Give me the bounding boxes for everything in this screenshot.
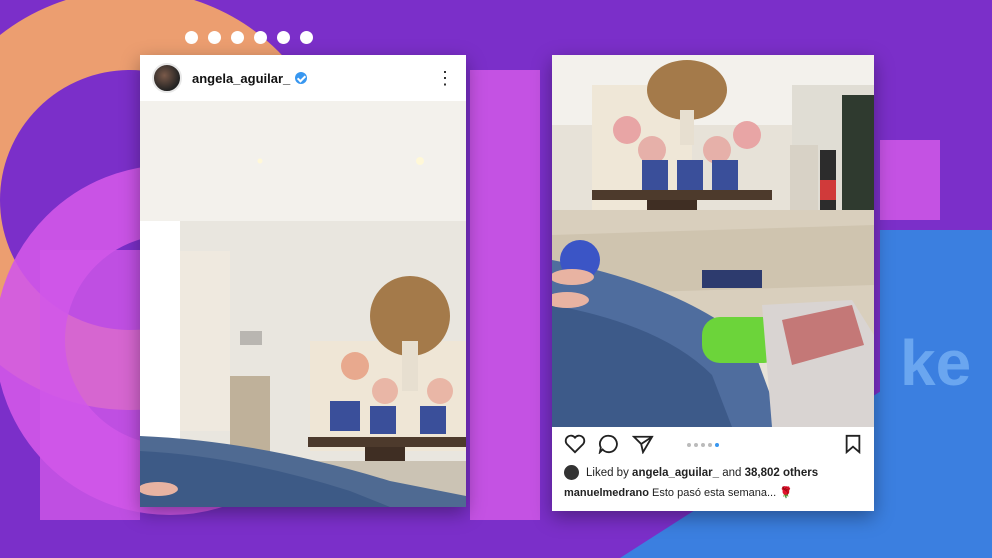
carousel-dot (701, 443, 705, 447)
verified-badge-icon (295, 72, 308, 84)
avatar[interactable] (152, 63, 182, 93)
caption-text: Esto pasó esta semana... (652, 487, 777, 499)
carousel-dot-active (715, 443, 719, 447)
post-actions: Liked by angela_aguilar_ and 38,802 othe… (552, 427, 874, 511)
rose-emoji-icon: 🌹 (779, 487, 793, 499)
decorative-dots (185, 31, 313, 44)
carousel-dot (687, 443, 691, 447)
heart-icon[interactable] (564, 434, 586, 454)
svg-text:ke: ke (900, 327, 971, 399)
dot (277, 31, 290, 44)
carousel-dot (694, 443, 698, 447)
dot (185, 31, 198, 44)
comment-icon[interactable] (598, 434, 620, 454)
liked-count[interactable]: 38,802 others (745, 467, 819, 479)
dot (300, 31, 313, 44)
carousel-dots (687, 443, 719, 447)
username[interactable]: angela_aguilar_ (192, 71, 290, 86)
dot (231, 31, 244, 44)
liked-prefix: Liked by (586, 466, 629, 479)
post-header: angela_aguilar_ ⋮ (140, 55, 466, 101)
share-icon[interactable] (632, 434, 654, 454)
liked-user[interactable]: angela_aguilar_ (632, 467, 719, 479)
caption-user[interactable]: manuelmedrano (564, 487, 649, 499)
bookmark-icon[interactable] (844, 434, 862, 454)
liked-and: and (722, 466, 742, 479)
carousel-dot (708, 443, 712, 447)
liker-avatar (564, 465, 579, 480)
post-photo[interactable] (140, 101, 466, 507)
likes-row: Liked by angela_aguilar_ and 38,802 othe… (564, 465, 862, 480)
legs-and-lobby-photo (552, 55, 874, 427)
action-icons (564, 427, 862, 461)
instagram-post-right: Liked by angela_aguilar_ and 38,802 othe… (552, 55, 874, 511)
hotel-lobby-photo (140, 101, 466, 507)
post-photo[interactable] (552, 55, 874, 427)
dot (208, 31, 221, 44)
instagram-post-left: angela_aguilar_ ⋮ (140, 55, 466, 507)
caption: manuelmedrano Esto pasó esta semana... 🌹 (564, 486, 862, 499)
more-options-icon[interactable]: ⋮ (436, 69, 454, 87)
dot (254, 31, 267, 44)
